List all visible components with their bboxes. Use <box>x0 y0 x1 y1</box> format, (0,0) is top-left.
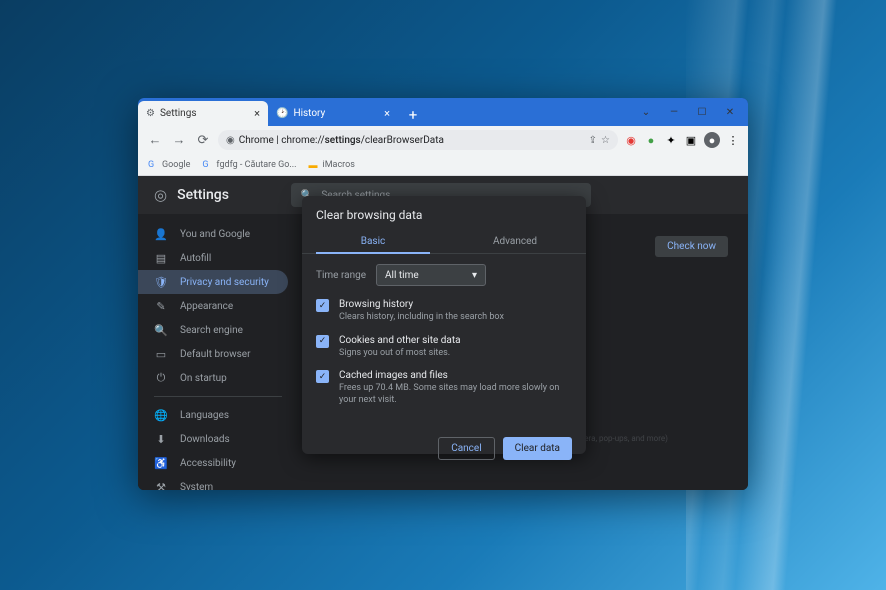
extension-icon[interactable]: ▣ <box>684 133 698 147</box>
autofill-icon: ▤ <box>154 251 168 265</box>
extension-icon[interactable]: ● <box>644 133 658 147</box>
chevron-down-icon[interactable]: ⌄ <box>632 102 660 122</box>
bookmark-google[interactable]: G Google <box>148 160 190 170</box>
new-tab-button[interactable]: + <box>402 104 424 126</box>
chrome-icon: ◉ <box>226 135 235 146</box>
checkbox-browsing-history[interactable]: ✓ Browsing history Clears history, inclu… <box>316 298 572 324</box>
sidebar-item-you-and-google[interactable]: 👤You and Google <box>138 222 288 246</box>
time-range-select[interactable]: All time ▾ <box>376 264 486 286</box>
accessibility-icon: ♿ <box>154 456 168 470</box>
reload-button[interactable]: ⟳ <box>194 131 212 149</box>
folder-icon: ▬ <box>309 160 319 170</box>
checkbox-icon[interactable]: ✓ <box>316 299 329 312</box>
divider <box>154 396 282 397</box>
check-now-button[interactable]: Check now <box>655 236 728 257</box>
close-icon[interactable]: × <box>254 107 260 120</box>
sidebar-item-default-browser[interactable]: ▭Default browser <box>138 342 288 366</box>
gear-icon: ⚙ <box>146 108 155 119</box>
sidebar-item-system[interactable]: ⚒System <box>138 475 288 490</box>
chevron-down-icon: ▾ <box>472 270 477 281</box>
tab-basic[interactable]: Basic <box>302 230 444 253</box>
sidebar-item-languages[interactable]: 🌐Languages <box>138 403 288 427</box>
settings-sidebar: 👤You and Google ▤Autofill 🛡Privacy and s… <box>138 214 298 490</box>
tab-label: History <box>293 108 325 119</box>
sidebar-item-search-engine[interactable]: 🔍Search engine <box>138 318 288 342</box>
sidebar-item-accessibility[interactable]: ♿Accessibility <box>138 451 288 475</box>
page-title: Settings <box>177 187 229 203</box>
url-field[interactable]: ◉ Chrome | chrome://settings/clearBrowse… <box>218 130 618 150</box>
sidebar-item-autofill[interactable]: ▤Autofill <box>138 246 288 270</box>
checkbox-icon[interactable]: ✓ <box>316 370 329 383</box>
browser-tab-settings[interactable]: ⚙ Settings × <box>138 101 268 126</box>
menu-icon[interactable]: ⋮ <box>726 133 740 147</box>
tab-advanced[interactable]: Advanced <box>444 230 586 253</box>
sidebar-item-appearance[interactable]: ✎Appearance <box>138 294 288 318</box>
browser-tab-history[interactable]: 🕑 History × <box>268 101 398 126</box>
chrome-logo-icon: ◎ <box>154 186 167 204</box>
checkbox-icon[interactable]: ✓ <box>316 335 329 348</box>
clear-browsing-data-dialog: Clear browsing data Basic Advanced Time … <box>302 196 586 454</box>
time-range-label: Time range <box>316 270 366 281</box>
checkbox-cached-files[interactable]: ✓ Cached images and files Frees up 70.4 … <box>316 369 572 406</box>
bookmark-item[interactable]: G fgdfg - Căutare Go... <box>202 160 296 170</box>
person-icon: 👤 <box>154 227 168 241</box>
clear-data-button[interactable]: Clear data <box>503 437 572 460</box>
system-icon: ⚒ <box>154 480 168 490</box>
back-button[interactable]: ← <box>146 131 164 149</box>
download-icon: ⬇ <box>154 432 168 446</box>
history-icon: 🕑 <box>276 108 288 119</box>
star-icon[interactable]: ☆ <box>601 135 610 146</box>
close-button[interactable]: ✕ <box>716 102 744 122</box>
dialog-title: Clear browsing data <box>302 196 586 230</box>
share-icon[interactable]: ⇪ <box>589 135 597 146</box>
search-icon: 🔍 <box>154 323 168 337</box>
url-text: Chrome | chrome://settings/clearBrowserD… <box>239 135 444 146</box>
browser-icon: ▭ <box>154 347 168 361</box>
sidebar-item-on-startup[interactable]: ⏻On startup <box>138 366 288 390</box>
checkbox-cookies[interactable]: ✓ Cookies and other site data Signs you … <box>316 334 572 360</box>
dialog-tabs: Basic Advanced <box>302 230 586 254</box>
minimize-button[interactable]: — <box>660 102 688 122</box>
shield-icon: 🛡 <box>154 275 168 289</box>
profile-icon[interactable]: ● <box>704 132 720 148</box>
close-icon[interactable]: × <box>384 107 390 120</box>
address-bar: ← → ⟳ ◉ Chrome | chrome://settings/clear… <box>138 126 748 154</box>
bookmarks-bar: G Google G fgdfg - Căutare Go... ▬ iMacr… <box>138 154 748 176</box>
google-icon: G <box>148 160 158 170</box>
titlebar: ⚙ Settings × 🕑 History × + ⌄ — ☐ ✕ <box>138 98 748 126</box>
forward-button[interactable]: → <box>170 131 188 149</box>
cancel-button[interactable]: Cancel <box>438 437 494 460</box>
extension-icon[interactable]: ◉ <box>624 133 638 147</box>
sidebar-item-downloads[interactable]: ⬇Downloads <box>138 427 288 451</box>
google-icon: G <box>202 160 212 170</box>
power-icon: ⏻ <box>154 371 168 385</box>
globe-icon: 🌐 <box>154 408 168 422</box>
sidebar-item-privacy-security[interactable]: 🛡Privacy and security <box>138 270 288 294</box>
bookmark-imacros[interactable]: ▬ iMacros <box>309 160 355 170</box>
maximize-button[interactable]: ☐ <box>688 102 716 122</box>
extensions-icon[interactable]: ✦ <box>664 133 678 147</box>
tab-label: Settings <box>160 108 197 119</box>
brush-icon: ✎ <box>154 299 168 313</box>
